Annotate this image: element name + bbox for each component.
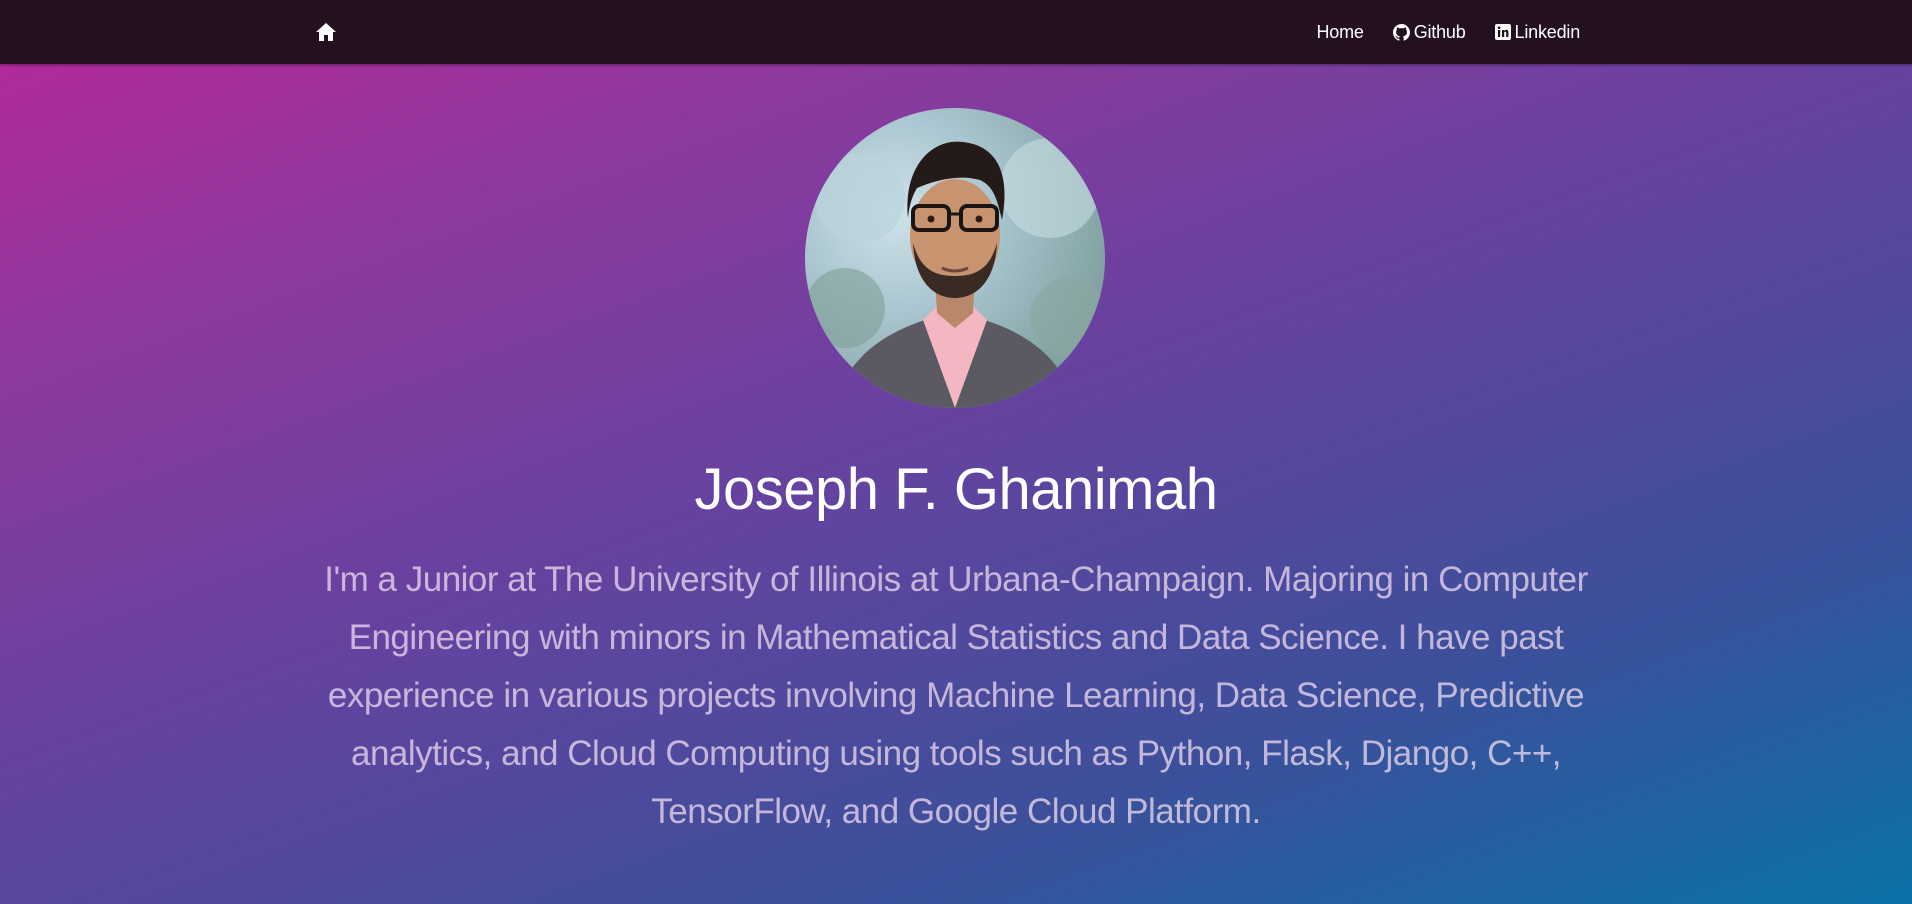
nav-link-github[interactable]: Github: [1392, 21, 1466, 43]
profile-name: Joseph F. Ghanimah: [694, 457, 1218, 522]
nav-links: Home Github Linkedin: [1316, 0, 1580, 64]
profile-photo: [805, 108, 1105, 408]
github-icon: [1392, 23, 1410, 41]
nav-link-home-label: Home: [1316, 21, 1364, 42]
nav-link-home[interactable]: Home: [1316, 22, 1363, 43]
nav-link-linkedin[interactable]: Linkedin: [1494, 21, 1581, 43]
nav-link-github-label: Github: [1413, 21, 1466, 42]
profile-bio: I'm a Junior at The University of Illino…: [324, 560, 1588, 831]
home-icon[interactable]: [315, 22, 337, 42]
nav-link-linkedin-label: Linkedin: [1514, 21, 1581, 42]
top-navbar: Home Github Linkedin: [0, 0, 1912, 64]
linkedin-icon: [1494, 24, 1511, 40]
